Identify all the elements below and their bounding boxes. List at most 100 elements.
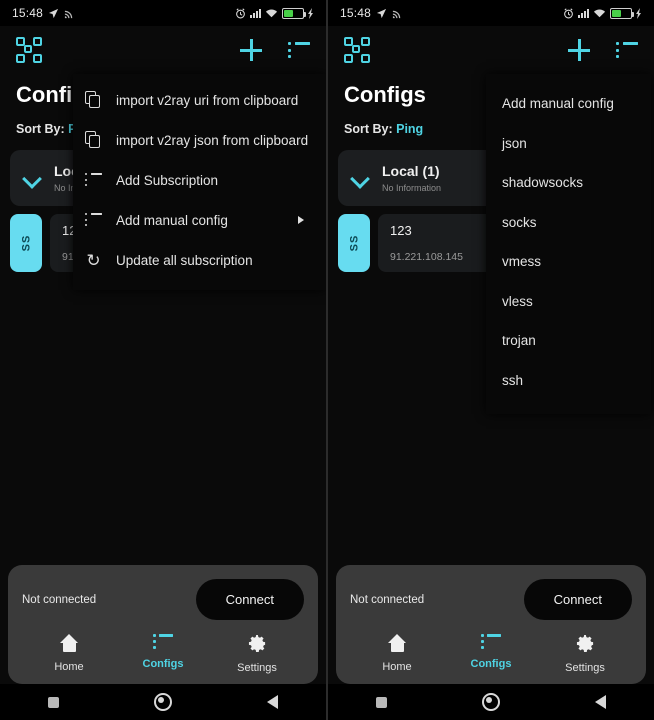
status-bar-left: 15:48 — [340, 6, 403, 20]
circle-home-icon[interactable] — [153, 693, 172, 711]
square-recents-icon[interactable] — [47, 696, 59, 708]
triangle-back-icon[interactable] — [595, 695, 607, 709]
bottom-nav: Home Configs Settings — [22, 634, 304, 674]
nav-item-configs[interactable]: Configs — [120, 634, 206, 674]
connect-button[interactable]: Connect — [523, 579, 632, 620]
sort-by-value[interactable]: Ping — [396, 122, 423, 136]
nav-label-settings: Settings — [565, 662, 605, 674]
nav-label-settings: Settings — [237, 662, 277, 674]
protocol-badge: SS — [10, 214, 42, 272]
gear-icon — [576, 634, 595, 653]
menu-item-label: import v2ray json from clipboard — [116, 132, 309, 148]
header-actions — [240, 39, 310, 61]
status-bar-left: 15:48 — [12, 6, 75, 20]
nav-label-configs: Configs — [470, 658, 512, 670]
menu-item-add-manual-config[interactable]: Add manual config — [73, 200, 326, 240]
panel-divider — [326, 0, 328, 720]
qr-scan-icon[interactable] — [344, 37, 370, 63]
sort-by-label: Sort By: — [344, 122, 393, 136]
connect-button[interactable]: Connect — [195, 579, 304, 620]
protocol-badge-label: SS — [348, 234, 360, 252]
menu-item-label: Update all subscription — [116, 252, 253, 268]
android-nav-bar — [0, 684, 326, 720]
add-manual-config-submenu: Add manual config json shadowsocks socks… — [486, 74, 651, 414]
list-icon — [481, 634, 501, 649]
submenu-item-vless[interactable]: vless — [486, 282, 651, 322]
qr-scan-icon[interactable] — [16, 37, 42, 63]
list-icon — [153, 634, 173, 649]
status-time: 15:48 — [340, 6, 372, 20]
group-text: Local (1) No Information — [382, 163, 441, 193]
menu-item-label: Add manual config — [116, 212, 228, 228]
submenu-item-trojan[interactable]: trojan — [486, 321, 651, 361]
square-recents-icon[interactable] — [375, 696, 387, 708]
nav-item-settings[interactable]: Settings — [542, 634, 628, 674]
submenu-item-socks[interactable]: socks — [486, 203, 651, 243]
chevron-down-icon[interactable] — [350, 167, 372, 189]
connection-row: Not connected Connect — [350, 579, 632, 620]
circle-home-icon[interactable] — [481, 693, 500, 711]
alarm-icon — [235, 7, 246, 19]
submenu-item-shadowsocks[interactable]: shadowsocks — [486, 163, 651, 203]
alarm-icon — [563, 7, 574, 19]
phone-screen-left: 15:48 Configs Sort By: No SS Not connect… — [0, 0, 326, 720]
group-name: Local (1) — [382, 163, 440, 179]
list-menu-icon[interactable] — [288, 42, 310, 58]
chevron-down-icon[interactable] — [22, 167, 44, 189]
status-time: 15:48 — [12, 6, 44, 20]
nav-item-configs[interactable]: Configs — [448, 634, 534, 674]
menu-item-label: import v2ray uri from clipboard — [116, 92, 299, 108]
status-bar-right — [235, 7, 314, 19]
connection-status: Not connected — [350, 593, 425, 606]
protocol-badge-label: SS — [20, 234, 32, 252]
location-arrow-icon — [376, 8, 387, 19]
group-subtitle: No Information — [382, 183, 442, 193]
plus-icon[interactable] — [240, 39, 262, 61]
list-icon — [85, 213, 102, 227]
dual-screenshot-stage: 15:48 Configs Sort By: No SS Not connect… — [0, 0, 654, 720]
plus-icon[interactable] — [568, 39, 590, 61]
status-bar: 15:48 — [328, 0, 654, 26]
nav-label-home: Home — [382, 661, 412, 673]
bottom-card: Not connected Connect Home Configs Setti… — [8, 565, 318, 684]
list-menu-icon[interactable] — [616, 42, 638, 58]
connection-status: Not connected — [22, 593, 97, 606]
submenu-item-json[interactable]: json — [486, 124, 651, 164]
nav-label-home: Home — [54, 661, 84, 673]
submenu-arrow-icon — [298, 216, 304, 224]
submenu-item-ssh[interactable]: ssh — [486, 361, 651, 401]
menu-item-import-uri[interactable]: import v2ray uri from clipboard — [73, 80, 326, 120]
app-header — [328, 26, 654, 74]
menu-item-add-subscription[interactable]: Add Subscription — [73, 160, 326, 200]
cast-icon — [392, 8, 403, 19]
battery-charging-icon — [282, 7, 306, 19]
app-header — [0, 26, 326, 74]
header-actions — [568, 39, 638, 61]
copy-icon — [85, 91, 102, 109]
triangle-back-icon[interactable] — [267, 695, 279, 709]
status-bar: 15:48 — [0, 0, 326, 26]
nav-item-settings[interactable]: Settings — [214, 634, 300, 674]
nav-label-configs: Configs — [142, 658, 184, 670]
submenu-item-vmess[interactable]: vmess — [486, 242, 651, 282]
menu-item-update-all-subscription[interactable]: ↻ Update all subscription — [73, 240, 326, 280]
list-icon — [85, 173, 102, 187]
protocol-badge: SS — [338, 214, 370, 272]
menu-item-label: Add Subscription — [116, 172, 219, 188]
home-icon — [387, 634, 407, 652]
nav-item-home[interactable]: Home — [354, 634, 440, 674]
nav-item-home[interactable]: Home — [26, 634, 112, 674]
submenu-item-add-manual-config[interactable]: Add manual config — [486, 84, 651, 124]
copy-icon — [85, 131, 102, 149]
android-nav-bar — [328, 684, 654, 720]
status-bar-right — [563, 7, 642, 19]
bottom-nav: Home Configs Settings — [350, 634, 632, 674]
charging-bolt-icon — [636, 7, 642, 19]
phone-screen-right: 15:48 Configs Sort By: Ping Local (1) No… — [328, 0, 654, 720]
signal-icon — [250, 8, 261, 18]
home-icon — [59, 634, 79, 652]
menu-item-import-json[interactable]: import v2ray json from clipboard — [73, 120, 326, 160]
overflow-menu: import v2ray uri from clipboard import v… — [73, 74, 326, 290]
gear-icon — [248, 634, 267, 653]
wifi-icon — [593, 8, 606, 19]
